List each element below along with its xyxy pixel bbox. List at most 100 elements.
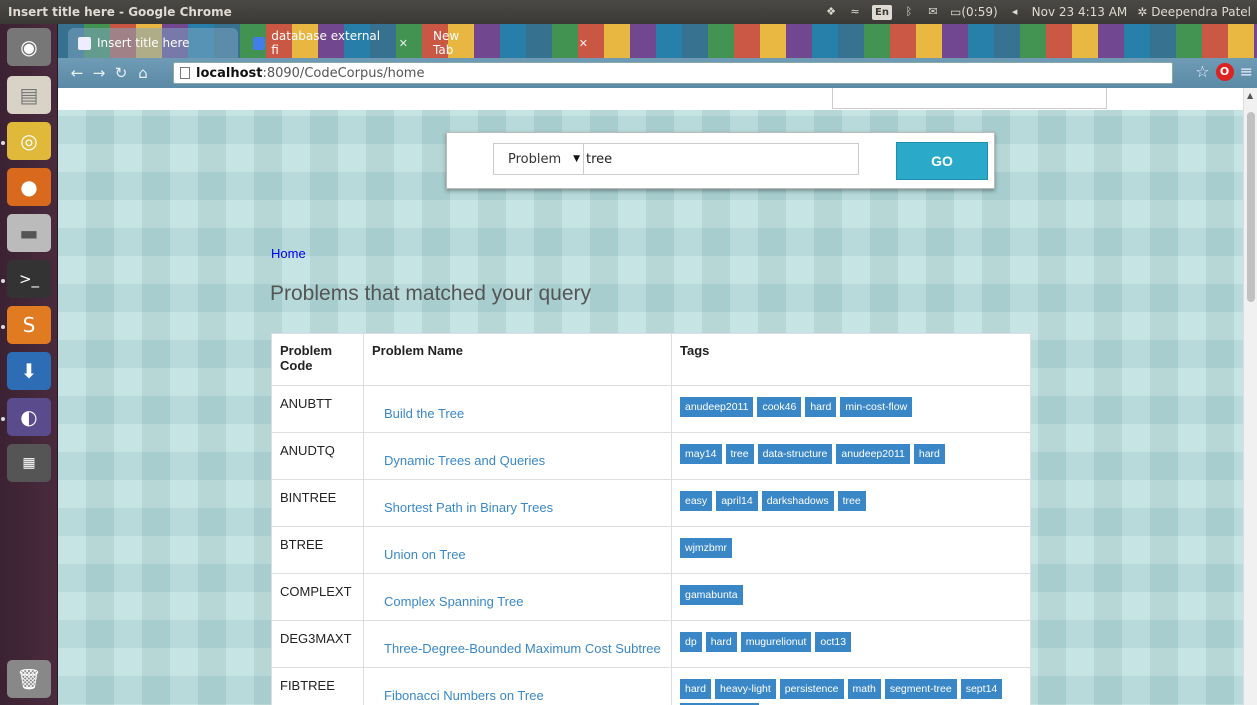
tab-label: Insert title here (97, 36, 190, 50)
tag-badge[interactable]: oct13 (815, 632, 852, 652)
go-button[interactable]: GO (896, 142, 988, 180)
sublime-text-icon[interactable]: S (7, 306, 51, 344)
problem-name-link[interactable]: Three-Degree-Bounded Maximum Cost Subtre… (384, 641, 661, 656)
tag-badge[interactable]: gamabunta (680, 585, 743, 605)
firefox-icon[interactable]: ● (7, 168, 51, 206)
tag-badge[interactable]: anudeep2011 (836, 444, 910, 464)
tags-cell: wjmzbmr (671, 526, 1031, 574)
problem-name-link[interactable]: Union on Tree (384, 547, 466, 562)
breadcrumb-home[interactable]: Home (271, 246, 306, 261)
tag-badge[interactable]: math (847, 679, 881, 699)
trash-icon[interactable]: 🗑 (7, 660, 51, 698)
tag-badge[interactable]: darkshadows (761, 491, 834, 511)
search-category-select[interactable]: Problem ▼ (493, 143, 583, 175)
battery-indicator[interactable]: ▭(0:59) (950, 5, 998, 19)
vertical-scrollbar[interactable]: ▲ (1243, 88, 1257, 705)
tags-cell: gamabunta (671, 573, 1031, 621)
problem-name-cell: Three-Degree-Bounded Maximum Cost Subtre… (363, 620, 672, 668)
eclipse-icon[interactable]: ◐ (7, 398, 51, 436)
url-path: :8090/CodeCorpus/home (262, 65, 425, 81)
bookmark-star-icon[interactable]: ☆ (1195, 62, 1209, 81)
home-icon[interactable]: ⌂ (132, 62, 154, 84)
tag-badge[interactable]: may14 (680, 444, 722, 464)
tag-badge[interactable]: cook46 (757, 397, 802, 417)
user-menu[interactable]: ✲ Deependra Patel (1137, 5, 1251, 19)
tags-cell: hard heavy-light persistence math segment-tr… (671, 667, 1031, 705)
user-name: Deependra Patel (1151, 5, 1251, 19)
tag-badge[interactable]: segment-tree (884, 679, 957, 699)
terminal-icon[interactable]: >_ (7, 260, 51, 298)
tag-badge[interactable]: data-structure (757, 444, 833, 464)
tag-badge[interactable]: dp (680, 632, 702, 652)
caret-down-icon: ▼ (573, 154, 581, 164)
tag-badge[interactable]: tree (725, 444, 754, 464)
wifi-icon[interactable]: ≈ (848, 5, 862, 19)
forward-arrow-icon[interactable]: → (88, 62, 110, 84)
top-search-field[interactable] (832, 88, 1107, 109)
table-row: BTREE Union on Tree wjmzbmr (271, 526, 1031, 574)
problem-code: BINTREE (271, 479, 364, 527)
file-manager-icon[interactable]: ▤ (7, 76, 51, 114)
dash-home-icon[interactable]: ◉ (7, 28, 51, 66)
tag-badge[interactable]: persistence (779, 679, 844, 699)
tab-insert-title[interactable]: Insert title here (68, 28, 238, 58)
problem-name-cell: Union on Tree (363, 526, 672, 574)
tag-badge[interactable]: mugurelionut (740, 632, 812, 652)
problem-name-link[interactable]: Shortest Path in Binary Trees (384, 500, 553, 515)
tag-badge[interactable]: hard (913, 444, 945, 464)
close-icon[interactable]: ✕ (579, 37, 588, 50)
os-top-panel: Insert title here - Google Chrome ❖ ≈ En… (0, 0, 1257, 24)
mail-icon[interactable]: ✉ (926, 5, 940, 19)
problem-code: ANUBTT (271, 385, 364, 433)
browser-toolbar: ← → ↻ ⌂ localhost:8090/CodeCorpus/home ☆… (58, 58, 1257, 88)
search-category-value: Problem (508, 151, 562, 167)
tag-badge[interactable]: hard (680, 679, 712, 699)
tag-badge[interactable]: tree (837, 491, 866, 511)
address-bar[interactable]: localhost:8090/CodeCorpus/home (173, 62, 1173, 84)
workspace-switcher-icon[interactable]: ▦ (7, 444, 51, 482)
problem-name-link[interactable]: Fibonacci Numbers on Tree (384, 688, 544, 703)
dropbox-icon[interactable]: ❖ (824, 5, 838, 19)
tag-badge[interactable]: sept14 (960, 679, 1003, 699)
problem-name-link[interactable]: Complex Spanning Tree (384, 594, 523, 609)
problem-name-cell: Shortest Path in Binary Trees (363, 479, 672, 527)
problem-name-link[interactable]: Build the Tree (384, 406, 464, 421)
chrome-icon[interactable]: ◎ (7, 122, 51, 160)
tab-new-tab[interactable]: New Tab ✕ (423, 28, 598, 58)
download-icon[interactable]: ⬇ (7, 352, 51, 390)
tag-badge[interactable]: april14 (716, 491, 758, 511)
tab-strip: Insert title here database external fi ✕… (58, 24, 1257, 58)
reload-icon[interactable]: ↻ (110, 62, 132, 84)
tags-cell: easy april14 darkshadows tree (671, 479, 1031, 527)
keyboard-layout-indicator[interactable]: En (872, 4, 892, 20)
table-row: FIBTREE Fibonacci Numbers on Tree hard heav… (271, 667, 1031, 705)
close-icon[interactable]: ✕ (399, 37, 408, 50)
disk-icon[interactable]: ▬ (7, 214, 51, 252)
problem-name-link[interactable]: Dynamic Trees and Queries (384, 453, 545, 468)
bluetooth-icon[interactable]: ᛒ (902, 5, 916, 19)
problem-name-cell: Build the Tree (363, 385, 672, 433)
scroll-up-arrow-icon[interactable]: ▲ (1247, 91, 1253, 100)
page-info-icon[interactable] (180, 67, 190, 79)
volume-icon[interactable]: ◂ (1008, 5, 1022, 19)
url-host: localhost (196, 65, 263, 81)
search-input[interactable] (583, 143, 859, 175)
tag-badge[interactable]: hard (805, 397, 837, 417)
tag-badge[interactable]: easy (680, 491, 713, 511)
menu-icon[interactable]: ≡ (1240, 62, 1253, 81)
tab-database[interactable]: database external fi ✕ (243, 28, 418, 58)
clock[interactable]: Nov 23 4:13 AM (1032, 5, 1128, 19)
running-indicator (1, 417, 5, 421)
extension-icon[interactable]: O (1215, 62, 1234, 81)
tag-badge[interactable]: heavy-light (715, 679, 776, 699)
tag-badge[interactable]: hard (705, 632, 737, 652)
table-row: DEG3MAXT Three-Degree-Bounded Maximum Cos… (271, 620, 1031, 668)
battery-icon: ▭ (949, 5, 962, 19)
scroll-thumb[interactable] (1247, 112, 1255, 302)
tag-badge[interactable]: min-cost-flow (840, 397, 913, 417)
battery-text: (0:59) (961, 5, 998, 19)
tag-badge[interactable]: wjmzbmr (680, 538, 732, 558)
tag-badge[interactable]: anudeep2011 (680, 397, 754, 417)
table-header-row: Problem Code Problem Name Tags (271, 333, 1031, 386)
back-arrow-icon[interactable]: ← (66, 62, 88, 84)
